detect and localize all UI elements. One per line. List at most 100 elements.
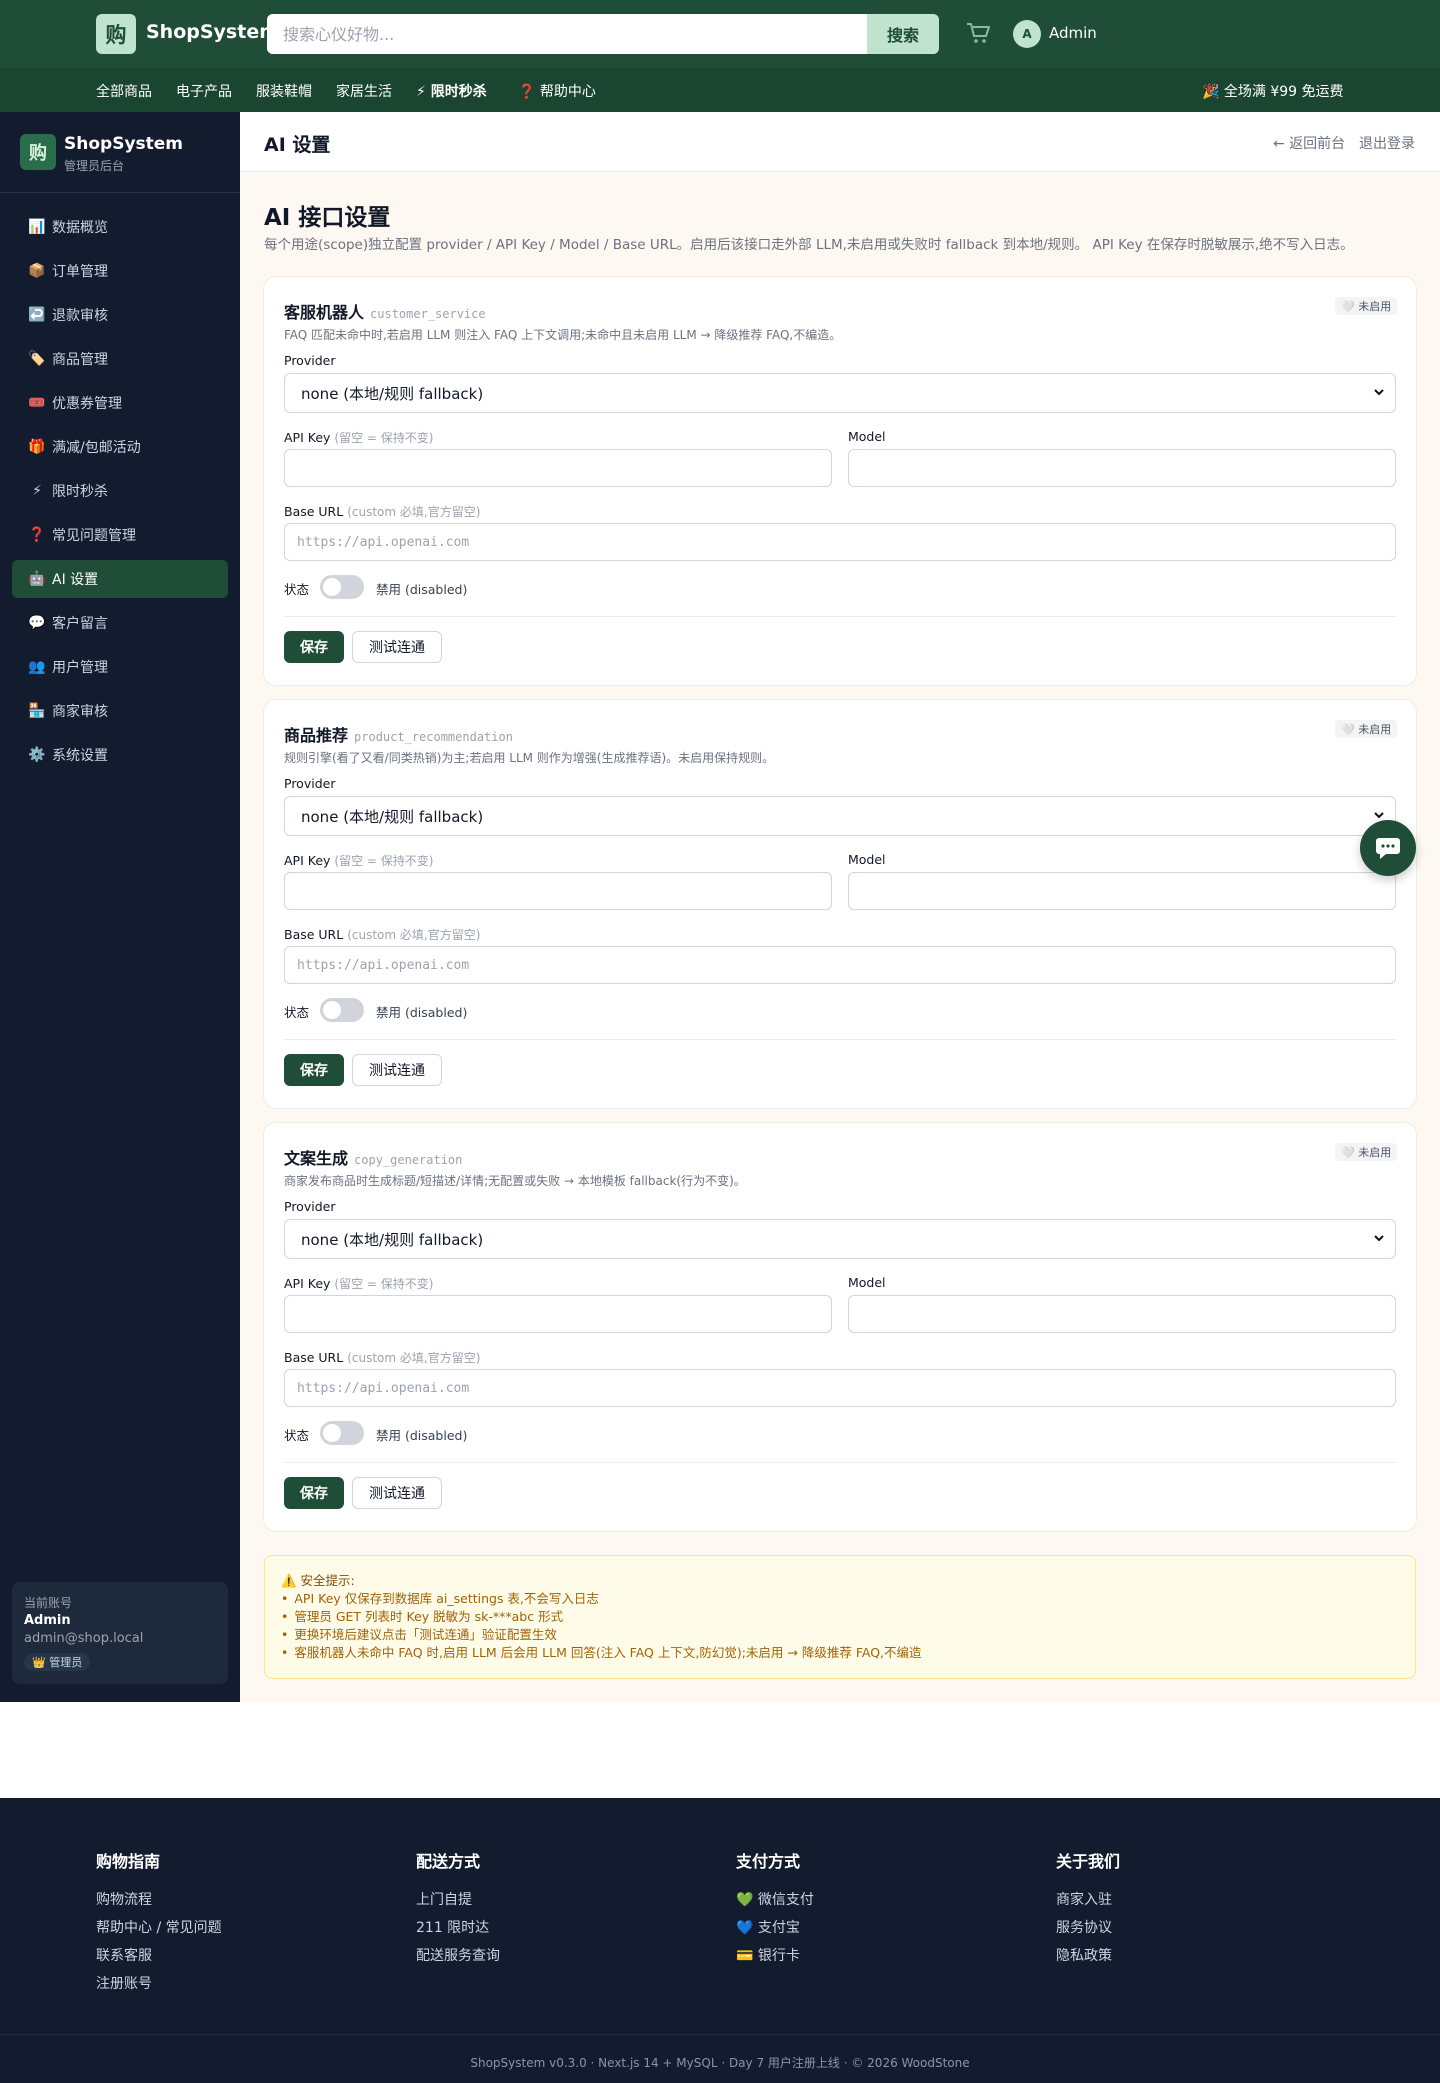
enable-toggle[interactable]	[320, 998, 364, 1022]
notice-item: 管理员 GET 列表时 Key 脱敏为 sk-***abc 形式	[281, 1608, 922, 1626]
toggle-knob	[323, 1424, 341, 1442]
provider-select[interactable]: none (本地/规则 fallback)	[284, 373, 1396, 413]
sidebar-subtitle: 管理员后台	[64, 159, 125, 173]
nav-item-electronics[interactable]: 电子产品	[176, 81, 232, 101]
back-to-store-link[interactable]: ← 返回前台	[1273, 133, 1345, 153]
sidebar-item-refunds[interactable]: ↩️ 退款审核	[12, 296, 228, 334]
sidebar-item-faq[interactable]: ❓ 常见问题管理	[12, 516, 228, 554]
sidebar-title: ShopSystem	[64, 134, 184, 154]
sidebar-divider	[0, 192, 240, 193]
footer-link[interactable]: 联系客服	[96, 1942, 222, 1970]
cart-icon[interactable]	[966, 22, 990, 44]
api-key-input[interactable]	[284, 1295, 832, 1333]
footer-link[interactable]: 购物流程	[96, 1886, 222, 1914]
footer-link[interactable]: 💚 微信支付	[736, 1886, 814, 1914]
api-key-hint: (留空 = 保持不变)	[334, 431, 434, 445]
gear-icon: ⚙️	[28, 747, 46, 763]
footer-link[interactable]: 商家入驻	[1056, 1886, 1120, 1914]
logout-link[interactable]: 退出登录	[1359, 133, 1415, 153]
nav-item-all[interactable]: 全部商品	[96, 81, 152, 101]
chat-fab-button[interactable]	[1360, 820, 1416, 876]
chevron-down-icon	[1374, 812, 1384, 819]
enable-toggle[interactable]	[320, 1421, 364, 1445]
brand-name[interactable]: ShopSystem	[146, 21, 279, 43]
sidebar-item-label: 退款审核	[52, 308, 108, 324]
test-connection-button[interactable]: 测试连通	[352, 631, 442, 663]
search-input[interactable]	[267, 14, 867, 54]
model-input[interactable]	[848, 1295, 1396, 1333]
sidebar-item-system-settings[interactable]: ⚙️ 系统设置	[12, 736, 228, 774]
base-url-label: Base URL (custom 必填,官方留空)	[284, 1349, 480, 1366]
speech-bubble-icon: 💬	[28, 615, 46, 631]
sidebar-item-flash-sale[interactable]: ⚡ 限时秒杀	[12, 472, 228, 510]
base-url-input[interactable]	[284, 1369, 1396, 1407]
footer-heading: 配送方式	[416, 1852, 481, 1871]
avatar[interactable]: A	[1013, 20, 1041, 48]
provider-select[interactable]: none (本地/规则 fallback)	[284, 1219, 1396, 1259]
footer-link[interactable]: 💙 支付宝	[736, 1914, 814, 1942]
sidebar-item-products[interactable]: 🏷️ 商品管理	[12, 340, 228, 378]
footer-link[interactable]: 💳 银行卡	[736, 1942, 814, 1970]
sidebar-item-users[interactable]: 👥 用户管理	[12, 648, 228, 686]
nav-item-help[interactable]: ❓ 帮助中心	[518, 81, 596, 101]
sidebar-item-ai-settings[interactable]: 🤖 AI 设置	[12, 560, 228, 598]
footer-link[interactable]: 帮助中心 / 常见问题	[96, 1914, 222, 1942]
enable-toggle[interactable]	[320, 575, 364, 599]
api-key-label-text: API Key	[284, 853, 331, 868]
save-button[interactable]: 保存	[284, 631, 344, 663]
footer-link[interactable]: 服务协议	[1056, 1914, 1120, 1942]
sidebar-item-coupons[interactable]: 🎟️ 优惠券管理	[12, 384, 228, 422]
api-key-input[interactable]	[284, 449, 832, 487]
footer-divider	[0, 2034, 1440, 2035]
provider-select[interactable]: none (本地/规则 fallback)	[284, 796, 1396, 836]
base-url-input[interactable]	[284, 523, 1396, 561]
gift-icon: 🎁	[28, 439, 46, 455]
search-button[interactable]: 搜索	[867, 14, 939, 54]
footer-link[interactable]: 注册账号	[96, 1970, 222, 1998]
save-button[interactable]: 保存	[284, 1477, 344, 1509]
footer-link[interactable]: 配送服务查询	[416, 1942, 500, 1970]
save-button[interactable]: 保存	[284, 1054, 344, 1086]
chat-bubble-icon	[1376, 838, 1400, 859]
footer-link[interactable]: 隐私政策	[1056, 1942, 1120, 1970]
nav-item-home[interactable]: 家居生活	[336, 81, 392, 101]
test-connection-button[interactable]: 测试连通	[352, 1477, 442, 1509]
notice-item: 客服机器人未命中 FAQ 时,启用 LLM 后会用 LLM 回答(注入 FAQ …	[281, 1644, 921, 1662]
user-name[interactable]: Admin	[1049, 24, 1097, 42]
sidebar-item-label: 常见问题管理	[52, 528, 136, 544]
sidebar-item-label: 限时秒杀	[52, 484, 108, 500]
api-key-input[interactable]	[284, 872, 832, 910]
model-input[interactable]	[848, 872, 1396, 910]
status-text: 禁用 (disabled)	[376, 582, 468, 597]
card-divider	[284, 1039, 1396, 1040]
chevron-down-icon	[1374, 389, 1384, 396]
sidebar-item-messages[interactable]: 💬 客户留言	[12, 604, 228, 642]
nav-item-apparel[interactable]: 服装鞋帽	[256, 81, 312, 101]
base-url-hint: (custom 必填,官方留空)	[347, 928, 481, 942]
status-label: 状态	[284, 582, 310, 597]
nav-item-flash-sale[interactable]: ⚡ 限时秒杀	[416, 81, 487, 101]
sidebar-item-orders[interactable]: 📦 订单管理	[12, 252, 228, 290]
main-content: AI 设置 ← 返回前台 退出登录 AI 接口设置 每个用途(scope)独立配…	[240, 112, 1440, 1702]
status-label: 状态	[284, 1428, 310, 1443]
base-url-input[interactable]	[284, 946, 1396, 984]
provider-label: Provider	[284, 776, 336, 791]
api-key-hint: (留空 = 保持不变)	[334, 1277, 434, 1291]
sidebar-item-merchants[interactable]: 🏪 商家审核	[12, 692, 228, 730]
section-heading: AI 接口设置	[264, 205, 391, 231]
logo-icon[interactable]: 购	[96, 14, 136, 54]
toggle-knob	[323, 1001, 341, 1019]
footer-link[interactable]: 211 限时达	[416, 1914, 500, 1942]
test-connection-button[interactable]: 测试连通	[352, 1054, 442, 1086]
base-url-label-text: Base URL	[284, 1350, 344, 1365]
sidebar-item-promotions[interactable]: 🎁 满减/包邮活动	[12, 428, 228, 466]
status-text: 禁用 (disabled)	[376, 1005, 468, 1020]
footer-link[interactable]: 上门自提	[416, 1886, 500, 1914]
card-title-text: 商品推荐	[284, 726, 349, 745]
api-key-label: API Key (留空 = 保持不变)	[284, 429, 433, 446]
question-icon: ❓	[28, 527, 46, 543]
free-shipping-promo: 🎉 全场满 ¥99 免运费	[1202, 84, 1344, 100]
card-divider	[284, 616, 1396, 617]
sidebar-item-dashboard[interactable]: 📊 数据概览	[12, 208, 228, 246]
model-input[interactable]	[848, 449, 1396, 487]
